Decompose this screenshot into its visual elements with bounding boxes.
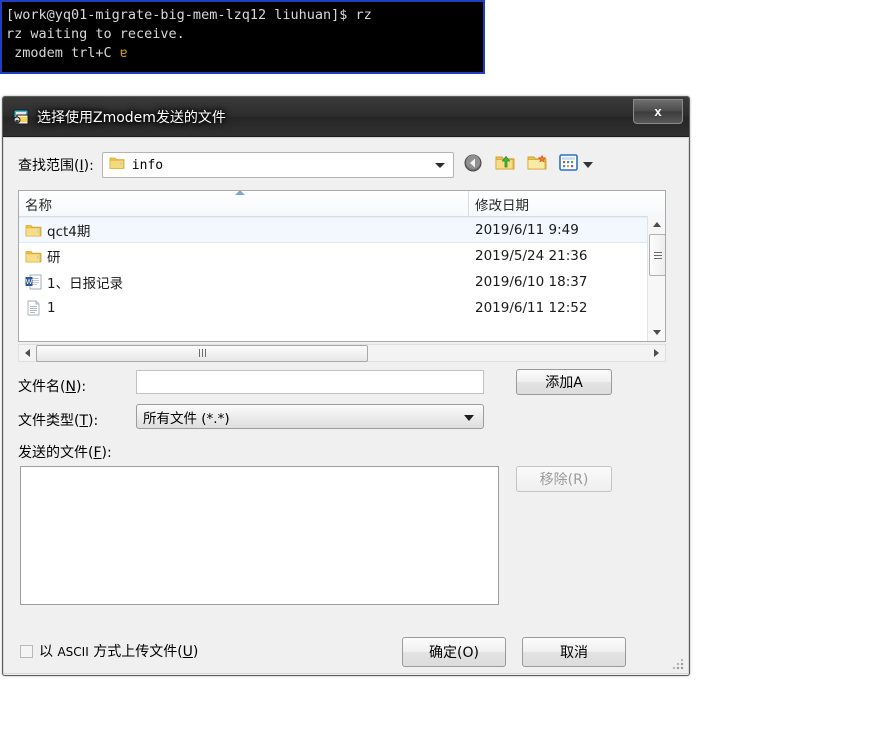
chevron-up-icon	[652, 222, 661, 227]
terminal-line-status: rz waiting to receive.	[6, 26, 185, 42]
cancel-button-label: 取消	[560, 645, 588, 661]
back-arrow-icon	[463, 153, 483, 178]
file-list-vertical-scrollbar[interactable]	[647, 216, 665, 341]
dialog-body: 查找范围(I): info 名称 修改日期 qct4期 2019/6/11 9:…	[3, 137, 689, 674]
file-list-horizontal-scrollbar[interactable]	[18, 344, 666, 362]
resize-grip[interactable]	[673, 659, 685, 671]
views-icon	[559, 154, 579, 176]
sort-ascending-icon	[235, 191, 245, 195]
file-name-label: qct4期	[47, 224, 91, 240]
file-name-input[interactable]	[136, 370, 484, 394]
folder-icon	[25, 223, 42, 238]
ok-button[interactable]: 确定(O)	[402, 637, 506, 667]
dialog-title: 选择使用Zmodem发送的文件	[37, 109, 226, 126]
scroll-up-button[interactable]	[648, 216, 665, 233]
file-name-label: 文件名(N):	[18, 379, 87, 395]
file-type-combobox[interactable]: 所有文件 (*.*)	[136, 404, 484, 429]
chevron-down-icon	[464, 414, 474, 421]
file-name-label: 1	[47, 300, 56, 316]
word-document-icon: W	[25, 274, 42, 290]
scroll-right-button[interactable]	[648, 345, 665, 361]
dialog-titlebar[interactable]: 选择使用Zmodem发送的文件 x	[3, 97, 689, 137]
views-button[interactable]	[556, 152, 582, 178]
chevron-down-icon	[652, 330, 661, 335]
table-row[interactable]: W 1、日报记录 2019/6/10 18:37	[19, 269, 665, 295]
file-name-cell: qct4期	[19, 220, 469, 240]
ascii-keyword: ASCII	[57, 645, 89, 659]
add-button-label: 添加A	[545, 375, 583, 391]
file-type-value: 所有文件 (*.*)	[143, 410, 230, 427]
look-in-value: info	[131, 157, 164, 173]
file-list-rows: qct4期 2019/6/11 9:49 研 2019/5/24 21:36 W…	[19, 217, 665, 321]
look-in-label: 查找范围(I):	[18, 158, 94, 174]
ascii-upload-checkbox[interactable]	[20, 644, 33, 658]
folder-icon	[109, 156, 125, 175]
cancel-button[interactable]: 取消	[522, 637, 626, 667]
back-button[interactable]	[460, 152, 486, 178]
send-files-label: 发送的文件(F):	[18, 445, 112, 461]
up-one-level-icon	[494, 153, 516, 178]
terminal-line-prompt: [work@yq01-migrate-big-mem-lzq12 liuhuan…	[6, 7, 372, 23]
chevron-down-icon[interactable]	[434, 163, 445, 168]
file-date-cell: 2019/6/10 18:37	[475, 274, 588, 290]
look-in-combobox[interactable]: info	[101, 152, 454, 178]
svg-text:W: W	[26, 279, 33, 286]
column-header-name-label: 名称	[25, 197, 52, 214]
zmodem-send-file-dialog: 选择使用Zmodem发送的文件 x 查找范围(I): info 名称 修改日期 …	[2, 96, 690, 676]
vertical-scrollbar-thumb[interactable]	[649, 234, 665, 276]
text-file-icon	[25, 300, 42, 316]
close-icon: x	[654, 104, 662, 119]
file-date-cell: 2019/6/11 9:49	[475, 222, 579, 238]
terminal-cursor: ɐ	[119, 45, 128, 61]
table-row[interactable]: 1 2019/6/11 12:52	[19, 295, 665, 321]
column-header-name[interactable]: 名称	[19, 191, 469, 216]
column-header-date[interactable]: 修改日期	[469, 191, 665, 216]
new-folder-icon	[526, 153, 548, 178]
grip-icon	[198, 349, 206, 357]
horizontal-scrollbar-thumb[interactable]	[36, 344, 368, 362]
scroll-down-button[interactable]	[648, 324, 665, 341]
secure-transfer-icon	[11, 107, 31, 127]
remove-button-label: 移除(R)	[539, 472, 589, 488]
table-row[interactable]: 研 2019/5/24 21:36	[19, 243, 665, 269]
column-header-date-label: 修改日期	[475, 197, 529, 214]
remove-button: 移除(R)	[516, 466, 612, 492]
file-name-cell: W 1、日报记录	[19, 272, 469, 292]
file-type-label: 文件类型(T):	[18, 413, 99, 429]
terminal-window[interactable]: [work@yq01-migrate-big-mem-lzq12 liuhuan…	[0, 0, 485, 74]
file-name-label: 1、日报记录	[47, 276, 124, 292]
chevron-left-icon	[25, 349, 30, 357]
folder-icon	[25, 249, 42, 264]
send-files-listbox[interactable]	[20, 466, 499, 605]
file-list[interactable]: 名称 修改日期 qct4期 2019/6/11 9:49 研 2019/5/24…	[18, 190, 666, 342]
views-dropdown-arrow-icon[interactable]	[582, 162, 593, 168]
ascii-upload-label: 以 ASCII 方式上传文件(U)	[39, 644, 199, 660]
grip-icon	[653, 251, 662, 259]
chevron-right-icon	[654, 349, 659, 357]
new-folder-button[interactable]	[524, 152, 550, 178]
ok-button-label: 确定(O)	[429, 645, 479, 661]
close-button[interactable]: x	[633, 99, 683, 124]
scroll-left-button[interactable]	[19, 345, 36, 361]
file-date-cell: 2019/6/11 12:52	[475, 300, 588, 316]
file-name-cell: 研	[19, 246, 469, 266]
up-one-level-button[interactable]	[492, 152, 518, 178]
terminal-line-zmodem: zmodem trl+C ɐ	[6, 44, 479, 63]
ascii-upload-checkbox-row[interactable]: 以 ASCII 方式上传文件(U)	[20, 641, 198, 661]
file-date-cell: 2019/5/24 21:36	[475, 248, 588, 264]
terminal-zmodem-text: zmodem trl+C	[6, 45, 120, 61]
table-row[interactable]: qct4期 2019/6/11 9:49	[19, 217, 665, 243]
file-name-cell: 1	[19, 300, 469, 316]
add-button[interactable]: 添加A	[516, 369, 612, 395]
look-in-row: 查找范围(I): info	[18, 150, 674, 180]
file-name-label: 研	[47, 250, 61, 266]
file-list-header: 名称 修改日期	[19, 191, 665, 217]
